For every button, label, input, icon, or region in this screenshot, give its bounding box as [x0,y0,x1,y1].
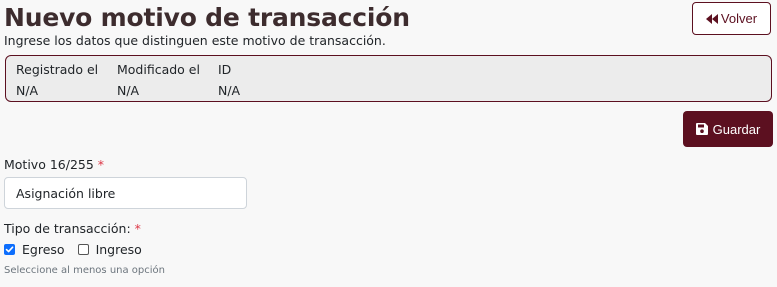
registered-value: N/A [16,83,39,98]
egreso-checkbox[interactable] [4,244,15,255]
page-title: Nuevo motivo de transacción [4,3,410,32]
record-metadata-panel: Registrado el N/A Modificado el N/A ID N… [5,55,772,102]
registered-label: Registrado el [16,62,99,77]
double-chevron-left-icon [705,13,718,24]
modified-value: N/A [117,83,140,98]
save-button-label: Guardar [712,121,761,137]
tipo-label-text: Tipo de transacción: [4,221,131,236]
tipo-help-text: Seleccione al menos una opción [4,265,165,276]
floppy-disk-icon [695,123,708,135]
tipo-options: Egreso Ingreso [4,242,155,257]
back-button-label: Volver [720,11,758,26]
ingreso-label[interactable]: Ingreso [96,242,142,257]
egreso-label[interactable]: Egreso [22,242,65,257]
motivo-required-mark: * [97,157,105,172]
checkmark-icon [5,246,14,253]
ingreso-checkbox[interactable] [77,244,89,255]
tipo-label: Tipo de transacción: * [4,221,141,237]
motivo-label-text: Motivo 16/255 [4,157,94,172]
save-button[interactable]: Guardar [683,111,773,147]
id-label: ID [218,62,232,77]
motivo-input[interactable] [4,177,247,209]
motivo-label: Motivo 16/255 * [4,157,104,173]
back-button[interactable]: Volver [692,2,771,35]
page-subtitle: Ingrese los datos que distinguen este mo… [4,33,386,48]
id-value: N/A [218,83,241,98]
tipo-required-mark: * [134,221,141,236]
modified-label: Modificado el [117,62,200,77]
